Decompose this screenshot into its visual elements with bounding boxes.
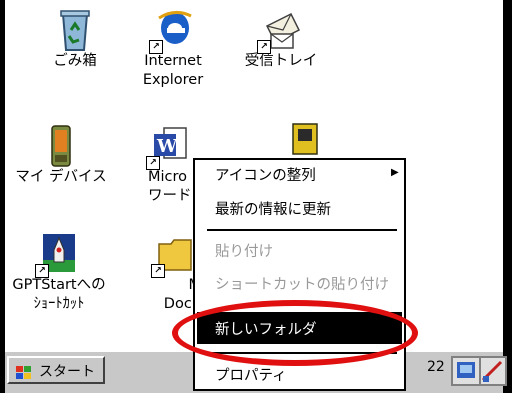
menu-item-label: ショートカットの貼り付け bbox=[215, 277, 389, 293]
internet-explorer-icon: ↗ bbox=[149, 8, 193, 54]
input-panel-icon[interactable] bbox=[479, 356, 507, 386]
menu-item-paste[interactable]: 貼り付け bbox=[215, 240, 273, 261]
svg-text:W: W bbox=[156, 136, 178, 157]
desktop-icon-label: 受信トレイ bbox=[244, 53, 318, 69]
shortcut-arrow-icon: ↗ bbox=[149, 40, 163, 54]
desktop-icon-label: ごみ箱 bbox=[53, 53, 97, 69]
desktop-icon-gptstart-shortcut[interactable]: ↗ GPTStartへの ｼｮｰﾄｶｯﾄ bbox=[5, 232, 113, 314]
menu-item-arrange-icons[interactable]: アイコンの整列 bbox=[215, 164, 316, 185]
screen: ごみ箱 ↗ Internet Explorer ↗ 受信トレイ マイ デバイス … bbox=[0, 0, 512, 393]
menu-item-refresh[interactable]: 最新の情報に更新 bbox=[215, 198, 331, 219]
shortcut-arrow-icon: ↗ bbox=[35, 264, 49, 278]
menu-item-properties[interactable]: プロパティ bbox=[215, 364, 287, 385]
menu-item-paste-shortcut[interactable]: ショートカットの貼り付け bbox=[215, 273, 389, 294]
submenu-arrow-icon: ▶ bbox=[391, 167, 399, 178]
word-icon: W ↗ bbox=[146, 124, 190, 170]
shortcut-arrow-icon: ↗ bbox=[146, 156, 160, 170]
menu-separator bbox=[207, 229, 397, 231]
menu-item-label: アイコンの整列 bbox=[215, 168, 316, 184]
desktop-icon-label-line2: ｼｮｰﾄｶｯﾄ bbox=[33, 296, 85, 312]
start-button[interactable]: スタート bbox=[7, 356, 105, 384]
instrument-icon[interactable] bbox=[285, 120, 325, 158]
menu-item-label: 貼り付け bbox=[215, 244, 273, 260]
desktop-icon-inbox[interactable]: ↗ 受信トレイ bbox=[235, 8, 327, 71]
menu-item-label: 最新の情報に更新 bbox=[215, 202, 331, 218]
desktop-icon-label: Internet bbox=[144, 53, 202, 69]
windows-flag-icon bbox=[15, 363, 33, 379]
desktop-icon-my-device[interactable]: マイ デバイス bbox=[15, 124, 107, 187]
my-device-icon bbox=[41, 124, 81, 168]
desktop-icon-label-line2: Explorer bbox=[142, 72, 204, 88]
desktop-icon-label: マイ デバイス bbox=[15, 169, 107, 185]
my-documents-icon: ↗ bbox=[151, 232, 195, 278]
desktop-icon-recycle-bin[interactable]: ごみ箱 bbox=[29, 8, 121, 71]
desktop-icon-label: GPTStartへの bbox=[12, 277, 106, 293]
inbox-icon: ↗ bbox=[257, 8, 301, 54]
desktop-icon-internet-explorer[interactable]: ↗ Internet Explorer bbox=[127, 8, 219, 90]
gptstart-shortcut-icon: ↗ bbox=[35, 232, 79, 278]
shortcut-arrow-icon: ↗ bbox=[151, 264, 165, 278]
clock[interactable]: 22 bbox=[427, 359, 445, 375]
annotation-highlight-ring bbox=[172, 300, 418, 366]
recycle-bin-icon bbox=[55, 8, 95, 52]
shortcut-arrow-icon: ↗ bbox=[257, 40, 271, 54]
start-label: スタート bbox=[39, 364, 95, 380]
menu-item-label: プロパティ bbox=[215, 368, 287, 384]
desktop-toggle-icon[interactable] bbox=[451, 356, 481, 386]
